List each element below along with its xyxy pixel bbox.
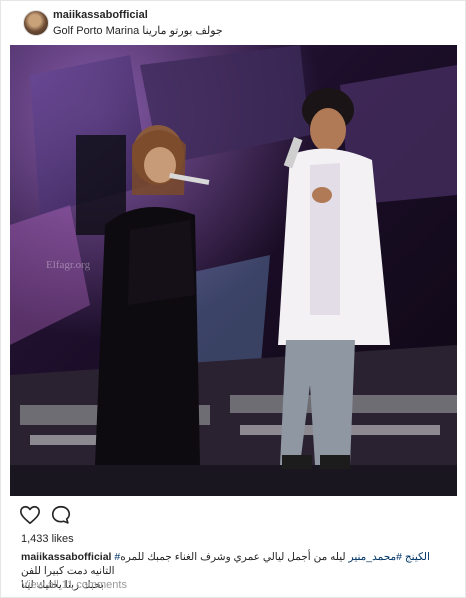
heart-icon[interactable]	[19, 504, 41, 526]
location-arabic: جولف بورتو مارينا	[142, 25, 223, 37]
post-username[interactable]: maiikassabofficial	[53, 9, 148, 21]
instagram-post-card: maiikassabofficial Golf Porto Marina جول…	[0, 0, 466, 598]
likes-count[interactable]: 1,433 likes	[21, 533, 74, 545]
caption-username[interactable]: maiikassabofficial	[21, 551, 111, 563]
avatar[interactable]	[23, 10, 49, 36]
location-english: Golf Porto Marina	[53, 25, 140, 37]
post-photo[interactable]: Elfagr.org	[10, 45, 457, 496]
post-location[interactable]: Golf Porto Marina جولف بورتو مارينا	[53, 24, 223, 37]
watermark: Elfagr.org	[46, 259, 91, 271]
comment-bubble-icon[interactable]	[50, 504, 72, 526]
view-all-comments-link[interactable]: View all 11 comments	[21, 579, 127, 591]
post-header: maiikassabofficial Golf Porto Marina جول…	[1, 1, 465, 45]
